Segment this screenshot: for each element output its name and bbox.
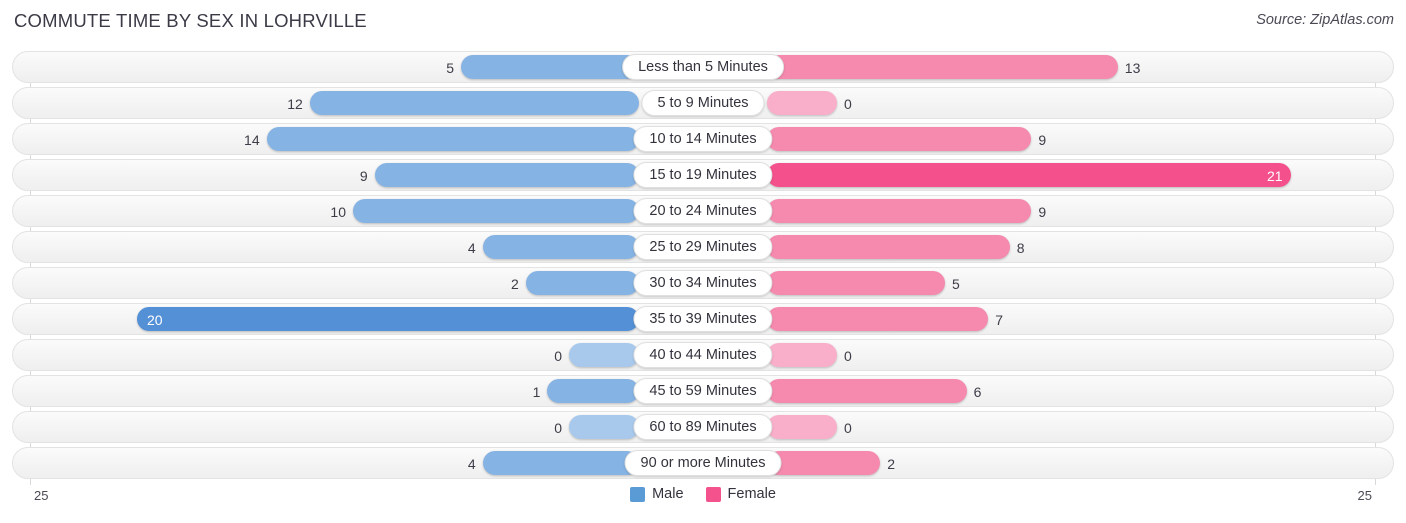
table-row[interactable]: 9 21 15 to 19 Minutes [12, 159, 1394, 191]
row-content: 4 8 25 to 29 Minutes [13, 232, 1393, 262]
legend-label-female: Female [727, 486, 776, 502]
source-attribution: Source: ZipAtlas.com [1256, 12, 1394, 28]
bar-value-male: 20 [147, 312, 163, 328]
bar-value-male: 5 [446, 60, 454, 76]
bar-value-female: 0 [844, 96, 852, 112]
bar-value-female: 5 [952, 276, 960, 292]
bar-value-female: 2 [887, 456, 895, 472]
bar-value-male: 14 [244, 132, 260, 148]
legend-swatch-female-icon [705, 486, 721, 502]
table-row[interactable]: 0 0 40 to 44 Minutes [12, 339, 1394, 371]
bar-female[interactable] [767, 91, 837, 115]
row-content: 5 13 Less than 5 Minutes [13, 52, 1393, 82]
bar-female[interactable] [767, 127, 1032, 151]
category-label: 35 to 39 Minutes [633, 306, 773, 332]
table-row[interactable]: 1 6 45 to 59 Minutes [12, 375, 1394, 407]
bar-female[interactable] [767, 451, 881, 475]
table-row[interactable]: 14 9 10 to 14 Minutes [12, 123, 1394, 155]
legend-item-female[interactable]: Female [705, 486, 776, 502]
table-row[interactable]: 10 9 20 to 24 Minutes [12, 195, 1394, 227]
bar-female[interactable] [767, 163, 1291, 187]
category-label: 5 to 9 Minutes [641, 90, 765, 116]
bar-male[interactable] [266, 127, 639, 151]
bar-value-female: 9 [1038, 132, 1047, 148]
bar-value-male: 4 [467, 456, 476, 472]
bar-value-male: 9 [359, 168, 368, 184]
bar-male[interactable] [547, 379, 639, 403]
category-label: 90 or more Minutes [624, 450, 782, 476]
category-label: 10 to 14 Minutes [633, 126, 773, 152]
table-row[interactable]: 2 5 30 to 34 Minutes [12, 267, 1394, 299]
category-label: Less than 5 Minutes [622, 54, 784, 80]
row-content: 14 9 10 to 14 Minutes [13, 124, 1393, 154]
table-row[interactable]: 4 2 90 or more Minutes [12, 447, 1394, 479]
category-label: 30 to 34 Minutes [633, 270, 773, 296]
bar-value-male: 10 [330, 204, 346, 220]
bar-value-female: 21 [1267, 168, 1283, 184]
category-label: 40 to 44 Minutes [633, 342, 773, 368]
bar-female[interactable] [767, 379, 967, 403]
page-title: COMMUTE TIME BY SEX IN LOHRVILLE [14, 10, 367, 31]
bar-value-female: 6 [973, 384, 982, 400]
table-row[interactable]: 4 8 25 to 29 Minutes [12, 231, 1394, 263]
category-label: 15 to 19 Minutes [633, 162, 773, 188]
bar-value-female: 9 [1038, 204, 1047, 220]
table-row[interactable]: 5 13 Less than 5 Minutes [12, 51, 1394, 83]
bar-female[interactable] [767, 343, 837, 367]
chart-plot-area: 5 13 Less than 5 Minutes 12 0 5 to 9 Minutes 1… [12, 51, 1394, 485]
row-content: 12 0 5 to 9 Minutes [13, 88, 1393, 118]
row-content: 10 9 20 to 24 Minutes [13, 196, 1393, 226]
row-content: 1 6 45 to 59 Minutes [13, 376, 1393, 406]
bar-male[interactable] [137, 307, 639, 331]
bar-value-female: 0 [844, 348, 852, 364]
category-label: 20 to 24 Minutes [633, 198, 773, 224]
table-row[interactable]: 12 0 5 to 9 Minutes [12, 87, 1394, 119]
bar-female[interactable] [767, 415, 837, 439]
row-content: 4 2 90 or more Minutes [13, 448, 1393, 478]
bar-male[interactable] [482, 451, 639, 475]
row-content: 20 7 35 to 39 Minutes [13, 304, 1393, 334]
category-label: 45 to 59 Minutes [633, 378, 773, 404]
chart-page: COMMUTE TIME BY SEX IN LOHRVILLE Source:… [0, 0, 1406, 523]
bar-value-male: 2 [511, 276, 519, 292]
bar-value-male: 0 [554, 348, 562, 364]
row-content: 9 21 15 to 19 Minutes [13, 160, 1393, 190]
bar-female[interactable] [767, 199, 1032, 223]
legend-swatch-male-icon [630, 486, 646, 502]
bar-female[interactable] [767, 271, 945, 295]
bar-male[interactable] [482, 235, 639, 259]
bar-value-female: 0 [844, 420, 852, 436]
bar-value-female: 8 [1016, 240, 1025, 256]
bar-male[interactable] [569, 415, 639, 439]
bar-value-female: 7 [995, 312, 1003, 328]
legend-label-male: Male [652, 486, 684, 502]
row-content: 0 0 60 to 89 Minutes [13, 412, 1393, 442]
row-content: 2 5 30 to 34 Minutes [13, 268, 1393, 298]
table-row[interactable]: 20 7 35 to 39 Minutes [12, 303, 1394, 335]
bar-male[interactable] [353, 199, 639, 223]
category-label: 60 to 89 Minutes [633, 414, 773, 440]
bar-female[interactable] [767, 235, 1010, 259]
row-content: 0 0 40 to 44 Minutes [13, 340, 1393, 370]
legend-item-male[interactable]: Male [630, 486, 684, 502]
bar-female[interactable] [767, 55, 1118, 79]
bar-value-male: 0 [554, 420, 562, 436]
bar-male[interactable] [525, 271, 639, 295]
bar-value-male: 1 [532, 384, 541, 400]
category-label: 25 to 29 Minutes [633, 234, 773, 260]
chart-legend: Male Female [0, 486, 1406, 502]
bar-male[interactable] [374, 163, 639, 187]
bar-male[interactable] [569, 343, 639, 367]
bar-value-male: 12 [287, 96, 303, 112]
bar-value-male: 4 [467, 240, 476, 256]
table-row[interactable]: 0 0 60 to 89 Minutes [12, 411, 1394, 443]
bar-female[interactable] [767, 307, 989, 331]
bar-male[interactable] [461, 55, 639, 79]
bar-value-female: 13 [1124, 60, 1141, 76]
bar-male[interactable] [309, 91, 639, 115]
